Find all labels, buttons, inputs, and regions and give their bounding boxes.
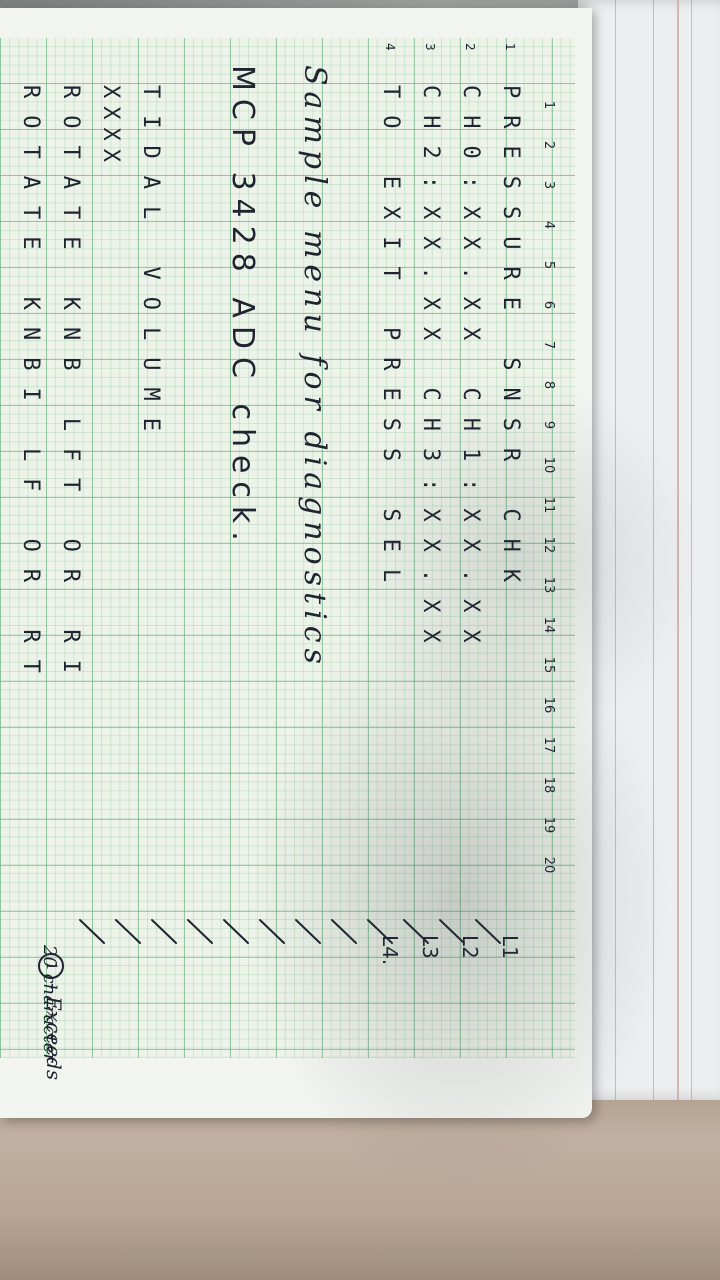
hatch-mark xyxy=(331,919,357,944)
hatch-mark xyxy=(403,919,429,944)
hatch-mark xyxy=(223,919,249,944)
row-number: 2 xyxy=(463,43,477,51)
lcd-row: PRESSURE SNSR CHK xyxy=(498,85,523,600)
column-number: 2 xyxy=(541,140,556,150)
column-number: 20 xyxy=(541,856,556,874)
column-number: 8 xyxy=(541,380,556,390)
column-number: 1 xyxy=(541,100,556,110)
column-number: 14 xyxy=(541,616,556,634)
column-numbers: 1 2 3 4 5 6 7 8 9 10 11 12 13 14 15 16 17 18 19 20 xyxy=(534,55,560,1055)
handwritten-notes: 1 2 3 4 5 6 7 8 9 10 11 12 13 14 15 16 17 18 19 20 1 PRESSUR… xyxy=(0,43,560,1080)
row-number: 3 xyxy=(423,43,437,51)
column-number: 13 xyxy=(541,576,556,594)
column-number: 7 xyxy=(541,340,556,350)
row-number: 4 xyxy=(383,43,397,51)
column-number: 12 xyxy=(541,536,556,554)
lined-page xyxy=(578,0,720,1100)
column-number: 19 xyxy=(541,816,556,834)
column-number: 9 xyxy=(541,420,556,430)
hatch-mark xyxy=(295,919,321,944)
column-number: 6 xyxy=(541,300,556,310)
lined-page-margin xyxy=(677,0,679,1100)
extra-line: XXXX xyxy=(98,85,123,170)
extra-line: ROTATE KNB LFT OR RI xyxy=(58,85,83,690)
column-number: 18 xyxy=(541,776,556,794)
hatch-mark xyxy=(187,919,213,944)
hatch-mark xyxy=(115,919,141,944)
hatch-mark xyxy=(151,919,177,944)
column-number: 15 xyxy=(541,656,556,674)
column-number: 11 xyxy=(541,496,556,514)
lcd-row: CH0:XX.XX CH1:XX.XX xyxy=(458,85,483,660)
lcd-row: TO EXIT PRESS SEL xyxy=(378,85,403,600)
hatch-mark xyxy=(439,919,465,944)
photo-scene: 1 2 3 4 5 6 7 8 9 10 11 12 13 14 15 16 17 18 19 20 1 PRESSUR… xyxy=(0,0,720,1280)
column-number: 16 xyxy=(541,696,556,714)
column-number: 4 xyxy=(541,220,556,230)
row-number: 1 xyxy=(503,43,517,51)
hatch-mark xyxy=(259,919,285,944)
hatch-mark xyxy=(367,919,393,944)
column-number: 3 xyxy=(541,180,556,190)
hatch-marks xyxy=(79,919,501,944)
column-number: 17 xyxy=(541,736,556,754)
note-line-2: 20 character xyxy=(39,945,60,1062)
hatch-mark xyxy=(475,919,501,944)
column-number: 10 xyxy=(541,456,556,474)
column-number: 5 xyxy=(541,260,556,270)
lcd-row: CH2:XX.XX CH3:XX.XX xyxy=(418,85,443,660)
sample-heading: Sample menu for diagnostics xyxy=(297,65,332,670)
mcp-heading: MCP 3428 ADC check. xyxy=(225,65,260,549)
extra-line: TIDAL VOLUME xyxy=(138,85,163,448)
extra-line: ROTATE KNBI LF OR RT xyxy=(18,85,43,690)
